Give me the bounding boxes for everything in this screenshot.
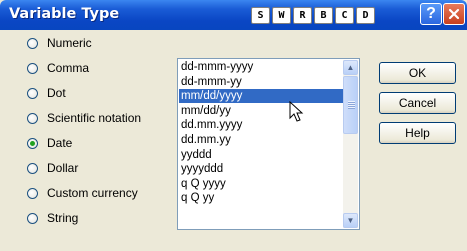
list-item[interactable]: dd.mm.yy [179, 133, 345, 147]
date-format-listbox[interactable]: dd-mmm-yyyy dd-mmm-yy mm/dd/yyyy mm/dd/y… [177, 58, 360, 230]
list-item[interactable]: dd-mmm-yyyy [179, 60, 345, 74]
list-scrollbar[interactable]: ▲ ▼ [343, 60, 358, 228]
radio-circle-icon[interactable] [27, 87, 38, 99]
list-item-selected[interactable]: mm/dd/yyyy [179, 89, 345, 104]
toolbar-r-button[interactable]: R [293, 7, 312, 24]
toolbar-d-button[interactable]: D [356, 7, 375, 24]
variable-type-dialog: Variable Type S W R B C D ? Numeric Comm… [0, 0, 467, 251]
thumb-grip-icon [348, 101, 355, 109]
radio-date[interactable]: Date [27, 135, 72, 151]
toolbar-w-button[interactable]: W [272, 7, 291, 24]
list-item[interactable]: q Q yyyy [179, 177, 345, 191]
dialog-title: Variable Type [9, 6, 120, 22]
cancel-button[interactable]: Cancel [379, 92, 456, 114]
list-item[interactable]: mm/dd/yy [179, 104, 345, 118]
radio-label: Comma [47, 61, 90, 75]
radio-label: String [47, 211, 79, 225]
toolbar-s-button[interactable]: S [251, 7, 270, 24]
radio-label: Date [47, 136, 73, 150]
scroll-down-arrow-icon[interactable]: ▼ [343, 213, 358, 228]
help-question-icon[interactable]: ? [420, 3, 442, 25]
list-item[interactable]: yyddd [179, 148, 345, 162]
titlebar-toolbar: S W R B C D [251, 7, 377, 24]
title-bar[interactable]: Variable Type S W R B C D ? [0, 0, 467, 30]
mouse-pointer-icon [289, 101, 304, 122]
scroll-up-arrow-icon[interactable]: ▲ [343, 60, 358, 75]
radio-label: Custom currency [47, 186, 138, 200]
toolbar-c-button[interactable]: C [335, 7, 354, 24]
radio-dollar[interactable]: Dollar [27, 160, 78, 176]
list-item[interactable]: yyyyddd [179, 162, 345, 176]
radio-checked-icon[interactable] [27, 137, 38, 149]
radio-dot[interactable]: Dot [27, 85, 66, 101]
radio-circle-icon[interactable] [27, 187, 38, 199]
radio-circle-icon[interactable] [27, 37, 38, 49]
help-button[interactable]: Help [379, 122, 456, 144]
list-item[interactable]: dd.mm.yyyy [179, 118, 345, 132]
list-item[interactable]: q Q yy [179, 191, 345, 205]
radio-label: Dollar [47, 161, 79, 175]
radio-circle-icon[interactable] [27, 112, 38, 124]
radio-circle-icon[interactable] [27, 62, 38, 74]
radio-custom-currency[interactable]: Custom currency [27, 185, 138, 201]
scroll-thumb[interactable] [343, 76, 358, 134]
radio-comma[interactable]: Comma [27, 60, 89, 76]
radio-label: Numeric [47, 36, 92, 50]
ok-button[interactable]: OK [379, 62, 456, 84]
list-item[interactable]: dd-mmm-yy [179, 75, 345, 89]
radio-label: Scientific notation [47, 111, 142, 125]
radio-scientific-notation[interactable]: Scientific notation [27, 110, 141, 126]
close-icon[interactable] [443, 3, 465, 25]
toolbar-b-button[interactable]: B [314, 7, 333, 24]
radio-numeric[interactable]: Numeric [27, 35, 92, 51]
format-list: dd-mmm-yyyy dd-mmm-yy mm/dd/yyyy mm/dd/y… [179, 60, 345, 206]
radio-label: Dot [47, 86, 66, 100]
radio-string[interactable]: String [27, 210, 78, 226]
radio-circle-icon[interactable] [27, 162, 38, 174]
radio-circle-icon[interactable] [27, 212, 38, 224]
